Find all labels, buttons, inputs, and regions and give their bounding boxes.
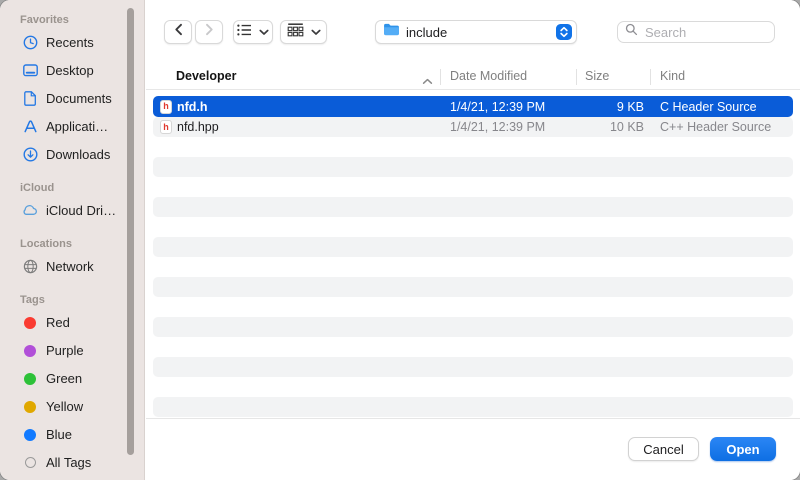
empty-row-stripe — [153, 397, 793, 417]
cloud-icon — [21, 202, 39, 219]
location-popup-value: include — [406, 25, 447, 40]
empty-row-stripe — [153, 277, 793, 297]
sidebar-item-label: Downloads — [46, 147, 110, 162]
sidebar-section-locations: Locations Network — [0, 238, 144, 275]
sidebar-item-network[interactable]: Network — [21, 258, 144, 275]
tag-dot-yellow-icon — [21, 398, 39, 415]
empty-row-stripe — [153, 357, 793, 377]
view-list-button[interactable] — [233, 20, 273, 44]
back-button[interactable] — [164, 20, 192, 44]
column-divider — [650, 69, 651, 85]
section-label-favorites: Favorites — [20, 14, 144, 26]
sidebar-item-label: Yellow — [46, 399, 83, 414]
file-name: nfd.hpp — [177, 120, 219, 134]
clock-icon — [21, 34, 39, 51]
tag-dot-blue-icon — [21, 426, 39, 443]
column-header-developer[interactable]: Developer — [176, 69, 236, 83]
file-date-modified: 1/4/21, 12:39 PM — [450, 120, 545, 134]
file-name: nfd.h — [177, 100, 208, 114]
sidebar-item-recents[interactable]: Recents — [21, 34, 144, 51]
sidebar-item-applications[interactable]: Applicati… — [21, 118, 144, 135]
tag-dot-red-icon — [21, 314, 39, 331]
sidebar-item-desktop[interactable]: Desktop — [21, 62, 144, 79]
column-header-size[interactable]: Size — [585, 69, 609, 83]
cpp-header-file-icon: h — [160, 120, 172, 134]
sidebar-item-tag-blue[interactable]: Blue — [21, 426, 144, 443]
all-tags-circle-icon — [21, 454, 39, 471]
view-group-button[interactable] — [280, 20, 327, 44]
column-header-date-modified[interactable]: Date Modified — [450, 69, 527, 83]
chevron-left-icon — [174, 23, 183, 41]
sidebar-item-label: Blue — [46, 427, 72, 442]
chevron-down-icon — [311, 23, 321, 41]
sidebar-item-label: Applicati… — [46, 119, 108, 134]
sidebar-scrollbar-thumb[interactable] — [127, 8, 134, 455]
list-view-icon — [237, 23, 252, 41]
section-label-icloud: iCloud — [20, 182, 144, 194]
empty-row-stripe — [153, 237, 793, 257]
c-header-file-icon: h — [160, 100, 172, 114]
column-divider — [576, 69, 577, 85]
open-button[interactable]: Open — [710, 437, 776, 461]
dialog-content: include Developer Date Modified Size Kin… — [146, 0, 800, 480]
file-row-nfd-h[interactable]: h nfd.h 1/4/21, 12:39 PM 9 KB C Header S… — [153, 96, 793, 117]
section-label-locations: Locations — [20, 238, 144, 250]
sidebar-section-tags: Tags Red Purple Green Yellow Blue — [0, 294, 144, 471]
popup-stepper-icon — [556, 24, 572, 40]
column-header-kind[interactable]: Kind — [660, 69, 685, 83]
empty-row-stripe — [153, 157, 793, 177]
sidebar-item-label: Desktop — [46, 63, 94, 78]
sidebar-item-label: Red — [46, 315, 70, 330]
file-kind: C Header Source — [660, 100, 757, 114]
sidebar-item-all-tags[interactable]: All Tags — [21, 454, 144, 471]
sidebar-item-label: Documents — [46, 91, 112, 106]
sidebar-item-label: Recents — [46, 35, 94, 50]
chevron-down-icon — [259, 23, 269, 41]
tag-dot-purple-icon — [21, 342, 39, 359]
sidebar-item-label: All Tags — [46, 455, 91, 470]
sidebar-section-favorites: Favorites Recents Desktop Documents — [0, 14, 144, 163]
sidebar-item-tag-green[interactable]: Green — [21, 370, 144, 387]
file-kind: C++ Header Source — [660, 120, 771, 134]
sort-ascending-icon — [422, 74, 433, 88]
document-icon — [21, 90, 39, 107]
sidebar-item-icloud-drive[interactable]: iCloud Dri… — [21, 202, 144, 219]
appstore-icon — [21, 118, 39, 135]
footer-divider — [146, 418, 800, 419]
sidebar-item-label: iCloud Dri… — [46, 203, 116, 218]
sidebar-item-label: Network — [46, 259, 94, 274]
globe-icon — [21, 258, 39, 275]
search-field[interactable] — [617, 21, 775, 43]
sidebar-item-label: Green — [46, 371, 82, 386]
section-label-tags: Tags — [20, 294, 144, 306]
sidebar-item-tag-red[interactable]: Red — [21, 314, 144, 331]
group-view-icon — [287, 23, 304, 42]
column-divider — [440, 69, 441, 85]
folder-icon — [383, 23, 400, 41]
sidebar-item-tag-yellow[interactable]: Yellow — [21, 398, 144, 415]
file-date-modified: 1/4/21, 12:39 PM — [450, 100, 545, 114]
desktop-icon — [21, 62, 39, 79]
file-row-nfd-hpp[interactable]: h nfd.hpp 1/4/21, 12:39 PM 10 KB C++ Hea… — [153, 117, 793, 137]
file-size: 10 KB — [576, 120, 644, 134]
sidebar-item-downloads[interactable]: Downloads — [21, 146, 144, 163]
file-open-dialog: Favorites Recents Desktop Documents — [0, 0, 800, 480]
sidebar: Favorites Recents Desktop Documents — [0, 0, 145, 480]
file-size: 9 KB — [576, 100, 644, 114]
tag-dot-green-icon — [21, 370, 39, 387]
list-header: Developer Date Modified Size Kind — [146, 64, 800, 90]
sidebar-item-tag-purple[interactable]: Purple — [21, 342, 144, 359]
search-icon — [625, 23, 638, 41]
chevron-right-icon — [205, 23, 214, 41]
empty-row-stripe — [153, 197, 793, 217]
sidebar-section-icloud: iCloud iCloud Dri… — [0, 182, 144, 219]
search-input[interactable] — [643, 24, 774, 41]
location-popup-button[interactable]: include — [375, 20, 577, 44]
sidebar-item-label: Purple — [46, 343, 84, 358]
sidebar-item-documents[interactable]: Documents — [21, 90, 144, 107]
empty-row-stripe — [153, 317, 793, 337]
cancel-button[interactable]: Cancel — [628, 437, 699, 461]
download-circle-icon — [21, 146, 39, 163]
forward-button[interactable] — [195, 20, 223, 44]
